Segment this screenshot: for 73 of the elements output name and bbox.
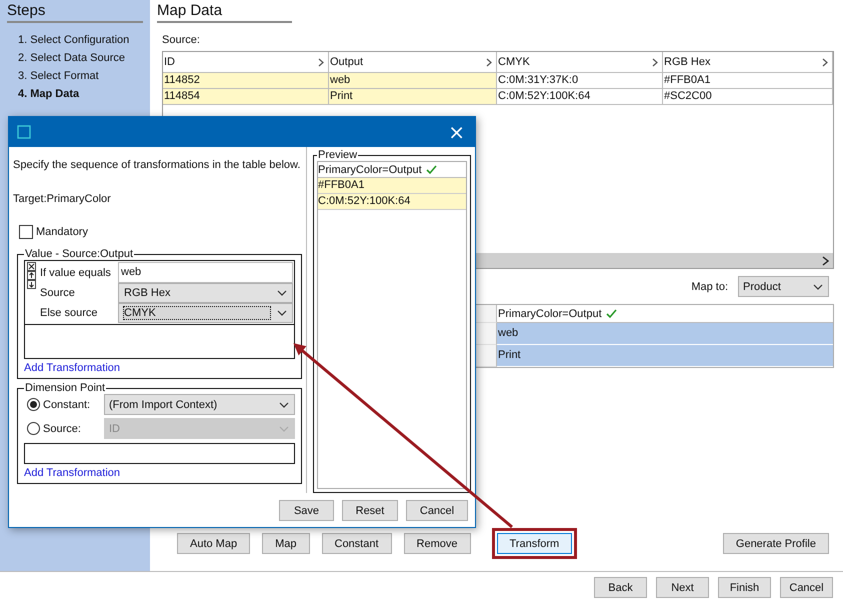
close-button[interactable]: × (438, 118, 475, 146)
dropdown-caret-icon (279, 402, 289, 408)
radio-button[interactable] (27, 398, 40, 411)
map-to-label: Map to: (691, 280, 728, 292)
step-item[interactable]: 3. Select Format (7, 67, 143, 85)
dialog-button[interactable]: Reset (342, 500, 398, 521)
dropdown-caret-icon (277, 310, 287, 316)
column-header[interactable]: CMYK (497, 52, 663, 73)
nav-button[interactable]: Finish (718, 577, 771, 598)
radio-button[interactable] (27, 422, 40, 435)
group-title: Preview (317, 149, 358, 161)
source-dropdown[interactable]: CMYK (118, 303, 293, 323)
checkbox-label: Mandatory (36, 226, 88, 238)
add-transformation-link[interactable]: Add Transformation (24, 362, 120, 374)
table-cell: Print (329, 89, 497, 105)
chevron-icon (822, 58, 828, 66)
check-icon (606, 308, 617, 318)
dropdown-caret-icon (279, 426, 289, 432)
action-button[interactable]: Auto Map (177, 533, 250, 554)
table-cell[interactable]: Print (497, 345, 833, 367)
step-item[interactable]: 2. Select Data Source (7, 49, 143, 67)
chevron-icon (318, 58, 324, 66)
rule-label: Source (40, 287, 76, 299)
add-transformation-link[interactable]: Add Transformation (24, 467, 120, 479)
group-title: Dimension Point (24, 382, 106, 394)
sidebar-title: Steps (7, 2, 143, 23)
dialog-button[interactable]: Cancel (406, 500, 468, 521)
window-icon (17, 125, 31, 139)
dropdown-caret-icon (277, 290, 287, 296)
radio-label: Constant: (43, 398, 90, 410)
chevron-icon (486, 58, 492, 66)
move-up-icon[interactable] (27, 271, 36, 280)
move-down-icon[interactable] (27, 280, 36, 289)
table-cell: #FFB0A1 (318, 178, 466, 194)
table-cell: #SC2C00 (663, 89, 833, 105)
check-icon (426, 164, 437, 174)
generate-profile-button[interactable]: Generate Profile (722, 533, 829, 554)
step-item[interactable]: 1. Select Configuration (7, 31, 143, 49)
group-title: Value - Source:Output (24, 248, 134, 260)
rule-label: Else source (40, 307, 98, 319)
rule-label: If value equals (40, 266, 112, 278)
table-cell: #FFB0A1 (663, 73, 833, 89)
table-cell: C:0M:31Y:37K:0 (497, 73, 663, 89)
dimension-dropdown[interactable]: (From Import Context) (104, 394, 295, 415)
chevron-icon (652, 58, 658, 66)
mandatory-checkbox[interactable] (19, 225, 33, 239)
nav-button[interactable]: Back (594, 577, 647, 598)
source-dropdown[interactable]: RGB Hex (118, 283, 293, 303)
page-title: Map Data (157, 2, 292, 23)
source-label: Source: (162, 34, 201, 46)
action-button[interactable]: Constant (322, 533, 392, 554)
nav-button[interactable]: Next (656, 577, 709, 598)
column-header[interactable]: RGB Hex (663, 52, 833, 73)
table-cell: C:0M:52Y:100K:64 (497, 89, 663, 105)
table-cell: C:0M:52Y:100K:64 (318, 194, 466, 210)
delete-icon[interactable] (27, 262, 36, 271)
map-to-dropdown[interactable]: Product (738, 276, 829, 297)
action-button[interactable]: Map (262, 533, 310, 554)
target-label: Target:PrimaryColor (13, 193, 112, 205)
nav-button[interactable]: Cancel (780, 577, 833, 598)
table-cell: web (329, 73, 497, 89)
dropdown-caret-icon (813, 284, 823, 290)
table-cell[interactable]: web (497, 323, 833, 345)
action-button[interactable]: Transform (496, 533, 572, 554)
instruction-text: Specify the sequence of transformations in the table below. (13, 159, 302, 171)
dialog-button[interactable]: Save (279, 500, 334, 521)
value-field[interactable]: web (118, 262, 293, 283)
table-cell: 114852 (163, 73, 329, 89)
action-button[interactable]: Remove (404, 533, 470, 554)
radio-label: Source: (43, 422, 81, 434)
step-item[interactable]: 4. Map Data (7, 85, 143, 103)
scroll-right-icon[interactable] (822, 256, 829, 266)
table-cell: 114854 (163, 89, 329, 105)
